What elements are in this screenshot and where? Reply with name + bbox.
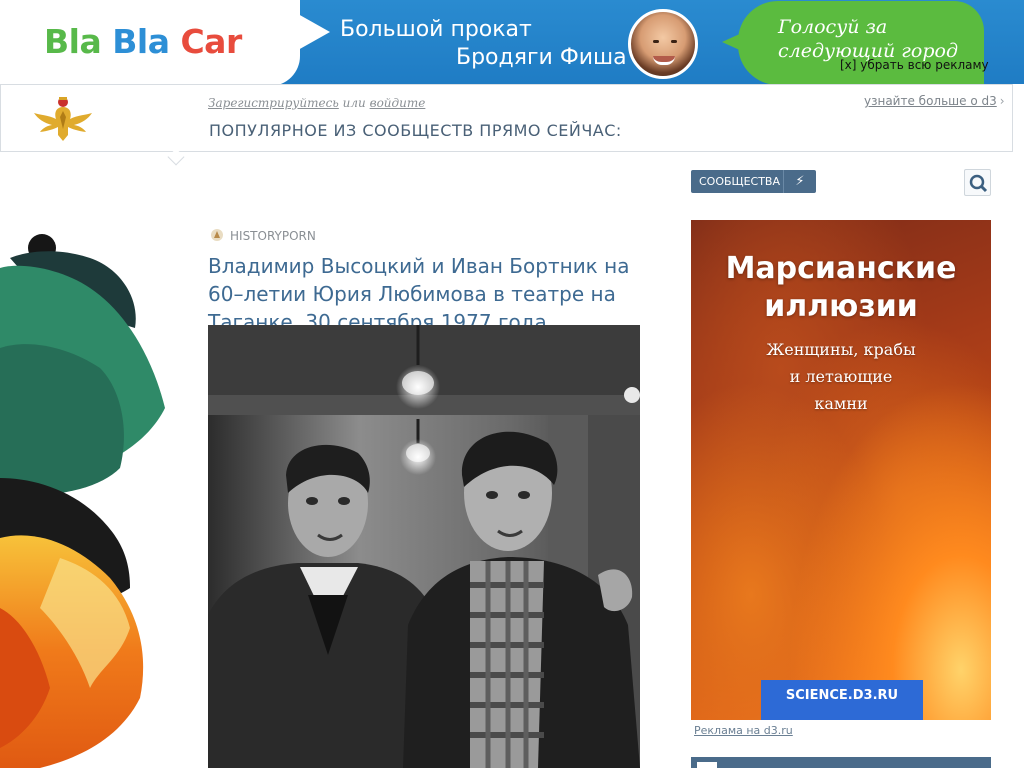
ad-subtitle: Женщины, крабы и летающие камни [691,336,991,417]
community-name: HISTORYPORN [230,229,316,243]
decorative-figure-art [0,234,165,768]
communities-button[interactable]: СООБЩЕСТВА ⚡ [691,170,816,193]
post-title-link[interactable]: Владимир Высоцкий и Иван Бортник на 60–л… [208,252,638,336]
vote-text[interactable]: Голосуй за следующий город [778,15,958,63]
logo-word-3: Car [180,22,242,61]
banner-line-1: Большой прокат [340,17,532,42]
site-header [0,84,1013,152]
communities-label: СООБЩЕСТВА [699,175,780,188]
blablacar-logo: Bla Bla Car [44,22,242,61]
logo-bubble-tail [298,14,330,50]
next-block-icon [697,762,717,768]
learn-more-label: узнайте больше о d3 [864,94,997,108]
auth-prompt: Зарегистрируйтесь или войдите [208,96,425,110]
ad-sub-line-1: Женщины, крабы [766,340,916,359]
remove-ads-link[interactable]: [x] убрать всю рекламу [840,58,989,72]
ad-sub-line-3: камни [814,394,868,413]
search-button[interactable] [964,169,991,196]
auth-or: или [342,96,366,110]
search-icon [969,174,988,193]
sidebar-ad[interactable]: Марсианские иллюзии Женщины, крабы и лет… [691,220,991,720]
banner-person-photo [628,9,698,79]
top-ad-banner[interactable]: Bla Bla Car Большой прокат Бродяги Фиша … [0,0,1024,84]
ad-disclaimer-link[interactable]: Реклама на d3.ru [694,724,793,737]
post-community[interactable]: HISTORYPORN [210,228,316,243]
register-link[interactable]: Зарегистрируйтесь [208,96,339,110]
ad-title: Марсианские иллюзии [691,250,991,326]
community-badge-icon [211,229,223,241]
face-right-eye [671,40,677,43]
ad-title-line-1: Марсианские [725,251,957,286]
chevron-right-icon: › [999,94,1005,108]
bolt-icon[interactable]: ⚡ [783,170,816,193]
ad-title-line-2: иллюзии [764,289,918,324]
site-logo-eagle-icon[interactable] [34,95,92,141]
sidebar-next-block [691,757,991,768]
logo-word-1: Bla [44,22,102,61]
login-link[interactable]: войдите [370,96,426,110]
face-left-eye [653,40,659,43]
ad-science-button[interactable]: SCIENCE.D3.RU [761,680,923,720]
face-smile [653,56,675,65]
post-photo[interactable] [208,325,640,768]
ad-sub-line-2: и летающие [789,367,893,386]
banner-headline: Большой прокат Бродяги Фиша [340,16,627,72]
banner-line-2: Бродяги Фиша [456,45,627,70]
vote-line-1: Голосуй за [778,16,888,38]
learn-more-link[interactable]: узнайте больше о d3 › [864,94,1005,108]
logo-word-2: Bla [112,22,170,61]
popular-heading: ПОПУЛЯРНОЕ ИЗ СООБЩЕСТВ ПРЯМО СЕЙЧАС: [209,121,622,140]
